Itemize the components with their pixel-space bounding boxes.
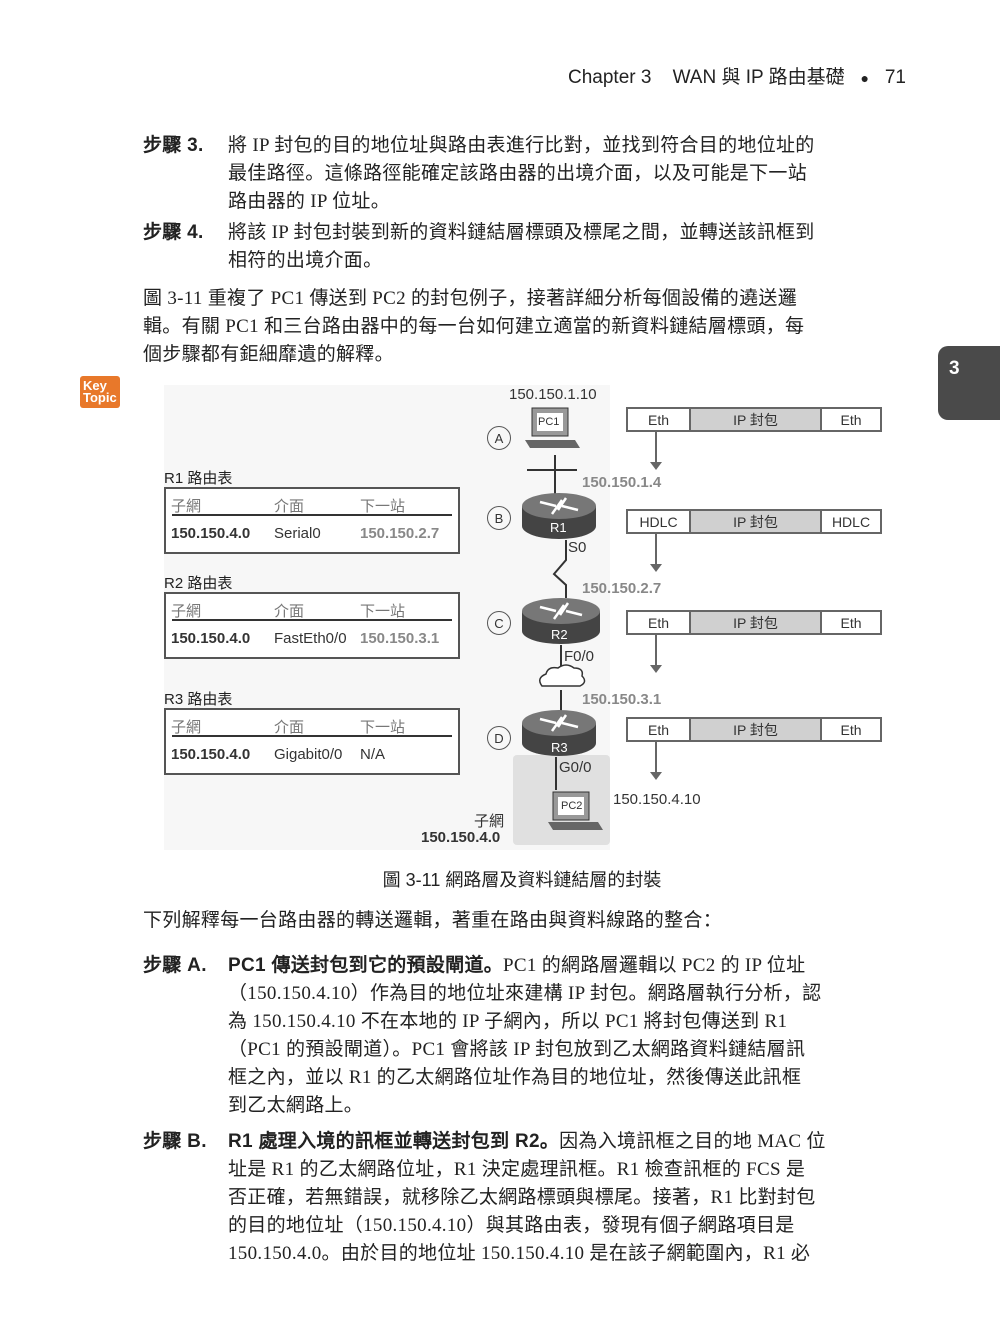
step-text-line: 150.150.4.0。由於目的地位址 150.150.4.10 是在該子網範圍…	[228, 1243, 811, 1264]
step-label: 步驟 B.	[143, 1131, 207, 1152]
routing-table-title: R3 路由表	[164, 691, 233, 708]
paragraph-line: 圖 3-11 重複了 PC1 傳送到 PC2 的封包例子，接著詳細分析每個設備的…	[143, 288, 798, 309]
step-label: 步驟 3.	[143, 135, 204, 156]
step-label: 步驟 4.	[143, 222, 204, 243]
step-text: PC1 的網路層邏輯以 PC2 的 IP 位址	[503, 955, 806, 976]
table-header: 下一站	[360, 603, 406, 620]
table-header: 子網	[171, 498, 202, 515]
step-heading: PC1 傳送封包到它的預設閘道。	[228, 955, 504, 976]
step-text-line: （PC1 的預設閘道）。PC1 會將該 IP 封包放到乙太網路資料鏈結層訊	[228, 1039, 806, 1060]
step-text-line: PC1 傳送封包到它的預設閘道。PC1 的網路層邏輯以 PC2 的 IP 位址	[228, 952, 805, 980]
step-text-line: 為 150.150.4.10 不在本地的 IP 子網內，所以 PC1 將封包傳送…	[228, 1011, 788, 1032]
step-text: 因為入境訊框之目的地 MAC 位	[559, 1131, 826, 1152]
paragraph-intro-steps: 下列解釋每一台路由器的轉送邏輯，著重在路由與資料線路的整合：	[143, 910, 723, 931]
table-header: 下一站	[360, 498, 406, 515]
routing-table	[164, 487, 460, 554]
table-cell: 150.150.4.0	[171, 630, 251, 647]
step-text-line: 址是 R1 的乙太網路位址，R1 決定處理訊框。R1 檢查訊框的 FCS 是	[228, 1159, 806, 1180]
router-r3-label: R3	[551, 740, 568, 755]
table-cell: N/A	[360, 746, 386, 763]
step-text-line: 路由器的 IP 位址。	[228, 191, 390, 212]
step-text-line: R1 處理入境的訊框並轉送封包到 R2。因為入境訊框之目的地 MAC 位	[228, 1128, 826, 1156]
pc2-label: PC2	[561, 800, 583, 812]
r2-ip: 150.150.2.7	[582, 580, 662, 597]
routing-table	[164, 592, 460, 659]
step-text-line: 否正確，若無錯誤，就移除乙太網路標頭與標尾。接著，R1 比對封包	[228, 1187, 816, 1208]
table-cell: Serial0	[274, 525, 321, 542]
table-header: 介面	[274, 719, 305, 736]
frame-eth-2: Eth IP 封包 Eth	[626, 610, 882, 635]
routing-table-title: R1 路由表	[164, 470, 233, 487]
table-cell: 150.150.4.0	[171, 525, 251, 542]
pc1-label: PC1	[538, 416, 560, 428]
step-text-line: 到乙太網路上。	[228, 1095, 364, 1116]
table-header: 介面	[274, 603, 305, 620]
step-marker-d: D	[487, 726, 511, 750]
r1-interface: S0	[568, 539, 587, 556]
table-header: 下一站	[360, 719, 406, 736]
figure-caption: 圖 3-11 網路層及資料鏈結層的封裝	[382, 870, 662, 890]
table-header: 子網	[171, 719, 202, 736]
table-cell: 150.150.2.7	[360, 525, 440, 542]
paragraph-line: 輯。有關 PC1 和三台路由器中的每一台如何建立適當的新資料鏈結層標頭，每	[143, 316, 805, 337]
table-cell: 150.150.4.0	[171, 746, 251, 763]
router-r1-label: R1	[550, 520, 567, 535]
subnet-value: 150.150.4.0	[421, 829, 501, 846]
table-cell: Gigabit0/0	[274, 746, 343, 763]
pc2-ip: 150.150.4.10	[613, 791, 701, 808]
step-text-line: 最佳路徑。這條路徑能確定該路由器的出境介面，以及可能是下一站	[228, 163, 808, 184]
step-heading: R1 處理入境的訊框並轉送封包到 R2。	[228, 1131, 560, 1152]
subnet-label: 子網	[474, 813, 505, 830]
step-text-line: 將該 IP 封包封裝到新的資料鏈結層標頭及標尾之間，並轉送該訊框到	[228, 222, 815, 243]
step-text-line: 框之內，並以 R1 的乙太網路位址作為目的地位址，然後傳送此訊框	[228, 1067, 802, 1088]
step-text-line: 相符的出境介面。	[228, 250, 383, 271]
step-text-line: 的目的地位址（150.150.4.10）與其路由表，發現有個子網路項目是	[228, 1215, 795, 1236]
r2-interface: F0/0	[564, 648, 595, 665]
frame-eth-3: Eth IP 封包 Eth	[626, 717, 882, 742]
book-page: Chapter 3 WAN 與 IP 路由基礎 ● 71 3 KeyTopic	[0, 0, 1000, 1341]
table-cell: 150.150.3.1	[360, 630, 440, 647]
paragraph-line: 個步驟都有鉅細靡遺的解釋。	[143, 344, 394, 365]
table-header: 子網	[171, 603, 202, 620]
pc1-ip: 150.150.1.10	[509, 386, 597, 403]
frame-eth-1: Eth IP 封包 Eth	[626, 407, 882, 432]
router-r2-label: R2	[551, 627, 568, 642]
table-cell: FastEth0/0	[274, 630, 347, 647]
step-marker-a: A	[487, 426, 511, 450]
step-marker-c: C	[487, 611, 511, 635]
cloud-icon	[539, 664, 586, 687]
step-label: 步驟 A.	[143, 955, 207, 976]
step-marker-b: B	[487, 506, 511, 530]
r1-ip: 150.150.1.4	[582, 474, 662, 491]
step-text-line: （150.150.4.10）作為目的地位址來建構 IP 封包。網路層執行分析，認	[228, 983, 822, 1004]
r3-interface: G0/0	[559, 759, 592, 776]
step-text-line: 將 IP 封包的目的地位址與路由表進行比對，並找到符合目的地位址的	[228, 135, 815, 156]
table-header: 介面	[274, 498, 305, 515]
r3-ip: 150.150.3.1	[582, 691, 662, 708]
routing-table	[164, 708, 460, 775]
routing-table-title: R2 路由表	[164, 575, 233, 592]
frame-hdlc: HDLC IP 封包 HDLC	[626, 509, 882, 534]
